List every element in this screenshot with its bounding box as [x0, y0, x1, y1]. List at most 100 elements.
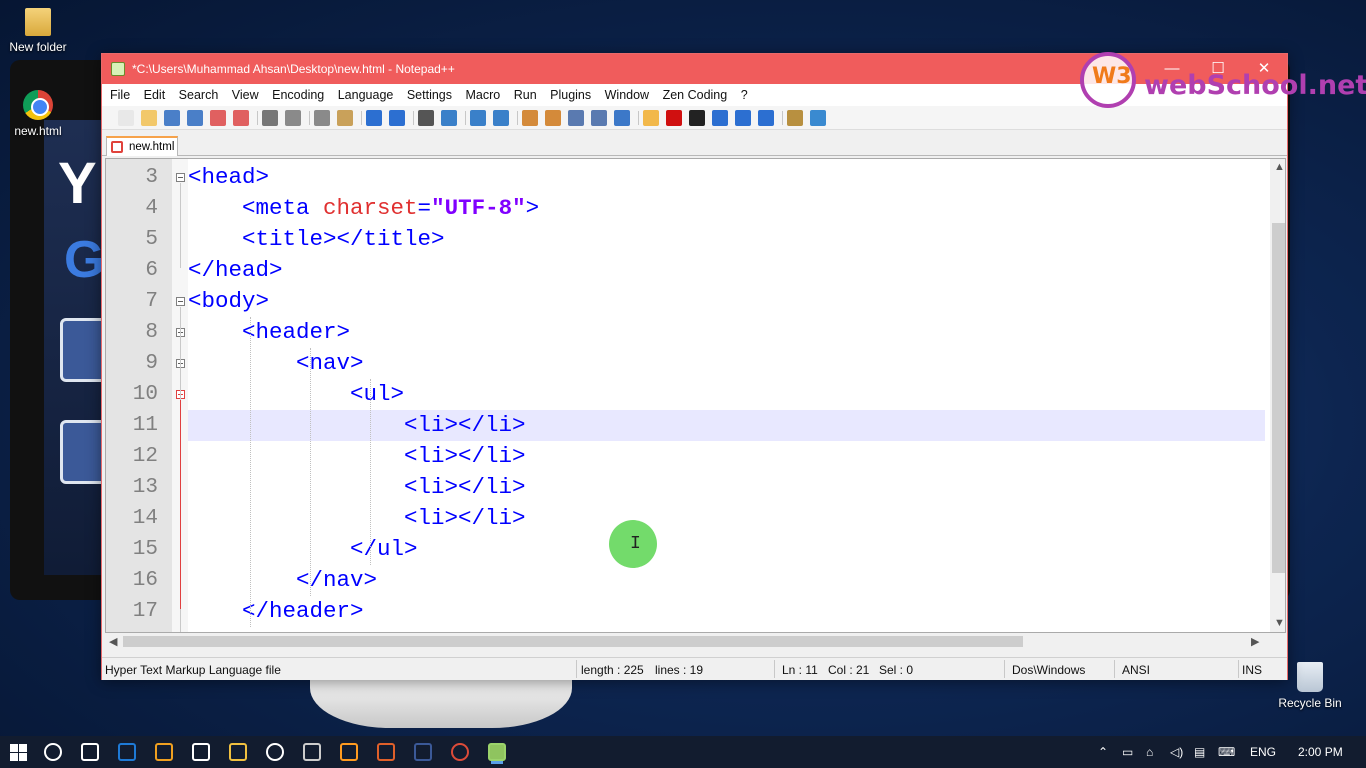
notepadpp-icon[interactable] [488, 743, 506, 761]
start-icon[interactable] [9, 742, 29, 762]
code-area[interactable]: <head> <meta charset="UTF-8"> <title></t… [188, 159, 1265, 632]
menu-view[interactable]: View [232, 84, 259, 102]
scroll-up-arrow-icon[interactable]: ▲ [1274, 161, 1285, 173]
code-line[interactable]: <meta charset="UTF-8"> [188, 193, 1265, 224]
chevron-up-icon[interactable]: ⌃ [1098, 745, 1108, 759]
stop-macro-icon[interactable] [689, 110, 705, 126]
copy-icon[interactable] [314, 110, 330, 126]
run-macro-multiple-icon[interactable] [735, 110, 751, 126]
menu-plugins[interactable]: Plugins [550, 84, 591, 102]
cut-icon[interactable] [285, 110, 301, 126]
status-line-number: Ln : 11 [782, 663, 818, 677]
fox-icon[interactable] [377, 743, 395, 761]
play-macro-icon[interactable] [712, 110, 728, 126]
menu-zen-coding[interactable]: Zen Coding [663, 84, 728, 102]
horizontal-scroll-thumb[interactable] [123, 636, 1023, 647]
status-bar: Hyper Text Markup Language file length :… [102, 657, 1287, 680]
code-line[interactable]: <body> [188, 286, 1265, 317]
redo-icon[interactable] [389, 110, 405, 126]
fold-toggle-icon[interactable] [176, 173, 185, 182]
media-icon[interactable] [155, 743, 173, 761]
close-icon[interactable] [210, 110, 226, 126]
chrome-alt-icon[interactable] [266, 743, 284, 761]
code-line[interactable]: </header> [188, 596, 1265, 627]
menu-file[interactable]: File [110, 84, 130, 102]
record-macro-icon[interactable] [666, 110, 682, 126]
paste-icon[interactable] [337, 110, 353, 126]
action-center-icon[interactable]: ▤ [1194, 745, 1205, 759]
show-all-chars-icon[interactable] [591, 110, 607, 126]
open-icon[interactable] [141, 110, 157, 126]
spell-check-icon[interactable] [810, 110, 826, 126]
menu-window[interactable]: Window [605, 84, 649, 102]
battery-icon[interactable]: ▭ [1122, 745, 1133, 759]
vertical-scroll-thumb[interactable] [1272, 223, 1285, 573]
replace-icon[interactable] [441, 110, 457, 126]
sun-icon[interactable] [340, 743, 358, 761]
zoom-in-icon[interactable] [470, 110, 486, 126]
task-view-icon[interactable] [81, 743, 99, 761]
menu-macro[interactable]: Macro [466, 84, 501, 102]
code-line[interactable]: <nav> [188, 348, 1265, 379]
user-lang-icon[interactable] [643, 110, 659, 126]
menu-settings[interactable]: Settings [407, 84, 452, 102]
save-all-icon[interactable] [187, 110, 203, 126]
code-line[interactable]: <li></li> [188, 472, 1265, 503]
chrome-icon[interactable] [451, 743, 469, 761]
new-file-icon[interactable] [118, 110, 134, 126]
current-code-line[interactable]: <li></li> [188, 410, 1265, 441]
sync-vertical-icon[interactable] [522, 110, 538, 126]
indent-guide-icon[interactable] [614, 110, 630, 126]
folder-workspace-icon[interactable] [787, 110, 803, 126]
status-selection: Sel : 0 [879, 663, 914, 677]
menu-help[interactable]: ? [741, 84, 748, 102]
word-wrap-icon[interactable] [568, 110, 584, 126]
status-divider [1114, 660, 1115, 678]
code-line[interactable]: <li></li> [188, 503, 1265, 534]
undo-icon[interactable] [366, 110, 382, 126]
facebook-icon[interactable] [414, 743, 432, 761]
scroll-right-arrow-icon[interactable]: ▶ [1251, 635, 1259, 648]
code-line[interactable]: <ul> [188, 379, 1265, 410]
file-explorer-icon[interactable] [229, 743, 247, 761]
zoom-out-icon[interactable] [493, 110, 509, 126]
sync-horizontal-icon[interactable] [545, 110, 561, 126]
volume-icon[interactable]: ◁) [1170, 745, 1183, 759]
search-icon[interactable] [44, 743, 62, 761]
menu-search[interactable]: Search [179, 84, 219, 102]
scroll-left-arrow-icon[interactable]: ◀ [109, 635, 117, 648]
scroll-down-arrow-icon[interactable]: ▼ [1274, 617, 1285, 629]
tab-new-html[interactable]: new.html [106, 136, 178, 156]
network-icon[interactable]: ⌂ [1146, 745, 1153, 759]
keyboard-icon[interactable]: ⌨ [1218, 745, 1235, 759]
edge-icon[interactable] [118, 743, 136, 761]
code-line[interactable]: <li></li> [188, 441, 1265, 472]
code-line[interactable]: </ul> [188, 534, 1265, 565]
desktop-icon-new-folder[interactable]: New folder [0, 8, 76, 54]
fold-toggle-icon[interactable] [176, 297, 185, 306]
print-icon[interactable] [262, 110, 278, 126]
menu-language[interactable]: Language [338, 84, 394, 102]
code-editor[interactable]: 3456789101112131415161718 <head> <meta c… [105, 158, 1286, 633]
clock[interactable]: 2:00 PM [1298, 745, 1343, 759]
code-line[interactable]: <head> [188, 162, 1265, 193]
language-indicator[interactable]: ENG [1250, 745, 1276, 759]
menu-edit[interactable]: Edit [144, 84, 166, 102]
close-all-icon[interactable] [233, 110, 249, 126]
save-icon[interactable] [164, 110, 180, 126]
clapper-icon[interactable] [303, 743, 321, 761]
save-macro-icon[interactable] [758, 110, 774, 126]
status-eol-format: Dos\Windows [1012, 663, 1086, 677]
horizontal-scrollbar[interactable]: ◀ ▶ [105, 633, 1266, 650]
code-line[interactable]: <title></title> [188, 224, 1265, 255]
vertical-scrollbar[interactable]: ▲ ▼ [1270, 159, 1285, 632]
menu-run[interactable]: Run [514, 84, 537, 102]
store-icon[interactable] [192, 743, 210, 761]
find-icon[interactable] [418, 110, 434, 126]
code-line[interactable]: <header> [188, 317, 1265, 348]
menu-encoding[interactable]: Encoding [272, 84, 324, 102]
desktop-icon-new-html[interactable]: new.html [0, 90, 76, 138]
code-line[interactable]: </nav> [188, 565, 1265, 596]
code-line[interactable]: </head> [188, 255, 1265, 286]
status-divider [576, 660, 577, 678]
